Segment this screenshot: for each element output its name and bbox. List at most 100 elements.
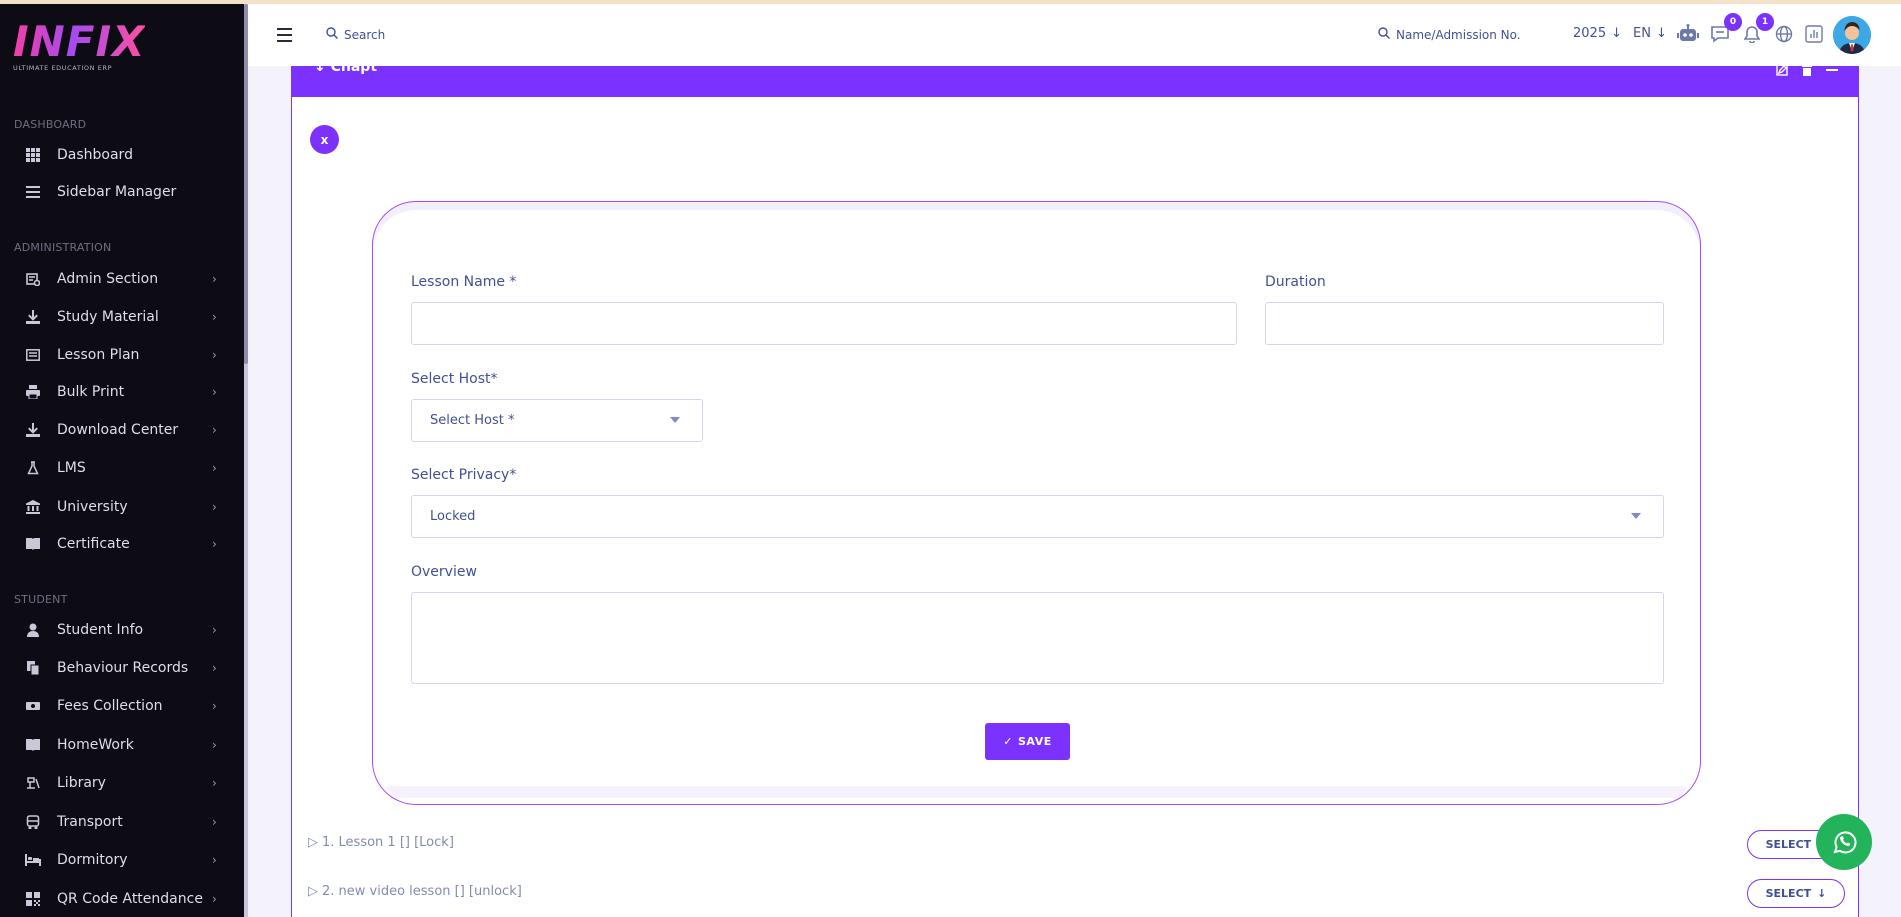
book-open-icon	[25, 737, 41, 753]
expand-triangle-icon: ▷	[308, 884, 318, 899]
chapter-card: ↕ Chapt x Lesson Name * Duration Select …	[291, 56, 1859, 917]
chevron-right-icon: ›	[212, 500, 217, 514]
sidebar-item-student-info[interactable]: Student Info ›	[0, 615, 240, 645]
whatsapp-button[interactable]	[1816, 814, 1872, 870]
section-heading-student: STUDENT	[14, 593, 68, 606]
duration-label: Duration	[1265, 274, 1326, 290]
sidebar-item-label: Fees Collection	[57, 698, 163, 714]
chat-icon[interactable]: 0	[1708, 13, 1742, 46]
brand-logo[interactable]: INFIX ULTIMATE EDUCATION ERP	[13, 17, 146, 73]
topbar: Search 2025 ↓ EN ↓ 0 1	[248, 4, 1901, 66]
qr-icon	[25, 891, 41, 907]
admission-search[interactable]	[1378, 27, 1526, 42]
duration-input[interactable]	[1265, 302, 1664, 345]
sidebar-item-certificate[interactable]: Certificate ›	[0, 529, 240, 559]
lesson-select-button[interactable]: SELECT ↓	[1747, 879, 1845, 908]
sidebar-item-sidebar-manager[interactable]: Sidebar Manager	[0, 177, 240, 207]
hamburger-menu-icon[interactable]	[277, 28, 292, 42]
overview-textarea[interactable]	[411, 592, 1664, 684]
chevron-right-icon: ›	[212, 853, 217, 867]
select-label: SELECT	[1765, 887, 1812, 900]
bell-icon[interactable]: 1	[1740, 13, 1774, 46]
sidebar-item-behaviour-records[interactable]: Behaviour Records ›	[0, 653, 240, 683]
sidebar-item-university[interactable]: University ›	[0, 492, 240, 522]
sidebar-item-label: Bulk Print	[57, 384, 125, 400]
sidebar-item-label: Download Center	[57, 422, 179, 438]
overview-label: Overview	[411, 564, 477, 580]
host-select[interactable]: Select Host *	[411, 399, 703, 442]
whatsapp-icon	[1833, 831, 1857, 854]
global-search[interactable]: Search	[326, 27, 385, 42]
chevron-right-icon: ›	[212, 699, 217, 713]
chevron-right-icon: ›	[212, 623, 217, 637]
sidebar-item-label: Dashboard	[57, 147, 133, 163]
privacy-label: Select Privacy*	[411, 467, 517, 483]
arrow-down-icon: ↓	[1655, 26, 1667, 41]
sidebar-item-download-center[interactable]: Download Center ›	[0, 415, 240, 445]
bus-icon	[25, 814, 41, 830]
sidebar-item-label: Study Material	[57, 309, 159, 325]
sidebar-item-admin-section[interactable]: Admin Section ›	[0, 264, 240, 294]
sidebar-item-label: Certificate	[57, 536, 130, 552]
chevron-right-icon: ›	[212, 661, 217, 675]
sidebar-item-library[interactable]: Library ›	[0, 768, 240, 798]
chevron-right-icon: ›	[212, 423, 217, 437]
sidebar-item-label: Library	[57, 775, 106, 791]
sidebar-item-homework[interactable]: HomeWork ›	[0, 730, 240, 760]
robot-icon[interactable]	[1676, 22, 1700, 46]
sidebar-item-dormitory[interactable]: Dormitory ›	[0, 845, 240, 875]
printer-icon	[25, 384, 41, 400]
save-label: SAVE	[1018, 735, 1052, 748]
chevron-right-icon: ›	[212, 461, 217, 475]
book-icon	[25, 536, 41, 552]
sidebar-item-qr-code-attendance[interactable]: QR Code Attendance ›	[0, 884, 240, 914]
brand-name: INFIX	[13, 17, 146, 66]
library-icon	[25, 775, 41, 791]
sidebar-item-label: Student Info	[57, 622, 144, 638]
search-icon	[1378, 27, 1390, 42]
bed-icon	[25, 852, 41, 868]
sidebar-item-bulk-print[interactable]: Bulk Print ›	[0, 377, 240, 407]
sidebar: INFIX ULTIMATE EDUCATION ERP DASHBOARD D…	[0, 4, 244, 917]
lesson-item[interactable]: ▷ 1. Lesson 1 [] [Lock]	[308, 835, 454, 850]
report-icon[interactable]	[1802, 22, 1826, 46]
lesson-item-text: 2. new video lesson [] [unlock]	[322, 884, 522, 899]
form-bottom-shade	[387, 786, 1686, 798]
chevron-right-icon: ›	[212, 348, 217, 362]
sidebar-item-label: Lesson Plan	[57, 347, 140, 363]
download-icon	[25, 309, 41, 325]
sidebar-item-label: Behaviour Records	[57, 660, 189, 676]
lesson-item[interactable]: ▷ 2. new video lesson [] [unlock]	[308, 884, 522, 899]
sidebar-item-study-material[interactable]: Study Material ›	[0, 302, 240, 332]
caret-down-icon	[670, 417, 680, 423]
admin-icon	[25, 271, 41, 287]
caret-down-icon	[1631, 513, 1641, 519]
user-avatar[interactable]	[1833, 16, 1871, 54]
globe-icon[interactable]	[1772, 22, 1796, 46]
sidebar-item-lesson-plan[interactable]: Lesson Plan ›	[0, 340, 240, 370]
bank-icon	[25, 499, 41, 515]
chevron-right-icon: ›	[212, 272, 217, 286]
flask-icon	[25, 460, 41, 476]
privacy-selected-value: Locked	[430, 509, 476, 524]
year-value: 2025	[1573, 26, 1607, 41]
year-selector[interactable]: 2025 ↓	[1573, 26, 1622, 41]
select-label: SELECT	[1765, 838, 1812, 851]
sidebar-item-transport[interactable]: Transport ›	[0, 807, 240, 837]
sidebar-item-dashboard[interactable]: Dashboard	[0, 140, 240, 170]
sidebar-item-label: QR Code Attendance	[57, 891, 203, 907]
sidebar-item-label: LMS	[57, 460, 86, 476]
chevron-right-icon: ›	[212, 385, 217, 399]
sidebar-item-label: Admin Section	[57, 271, 159, 287]
sidebar-item-lms[interactable]: LMS ›	[0, 453, 240, 483]
language-selector[interactable]: EN ↓	[1633, 26, 1667, 41]
chevron-right-icon: ›	[212, 310, 217, 324]
sidebar-scrollbar[interactable]	[244, 4, 248, 917]
sidebar-item-fees-collection[interactable]: Fees Collection ›	[0, 691, 240, 721]
close-button[interactable]: x	[310, 125, 339, 154]
save-button[interactable]: ✓ SAVE	[985, 723, 1070, 760]
admission-search-input[interactable]	[1396, 27, 1526, 42]
privacy-select[interactable]: Locked	[411, 495, 1664, 538]
lesson-name-input[interactable]	[411, 302, 1237, 345]
arrow-down-icon: ↓	[1611, 26, 1622, 41]
